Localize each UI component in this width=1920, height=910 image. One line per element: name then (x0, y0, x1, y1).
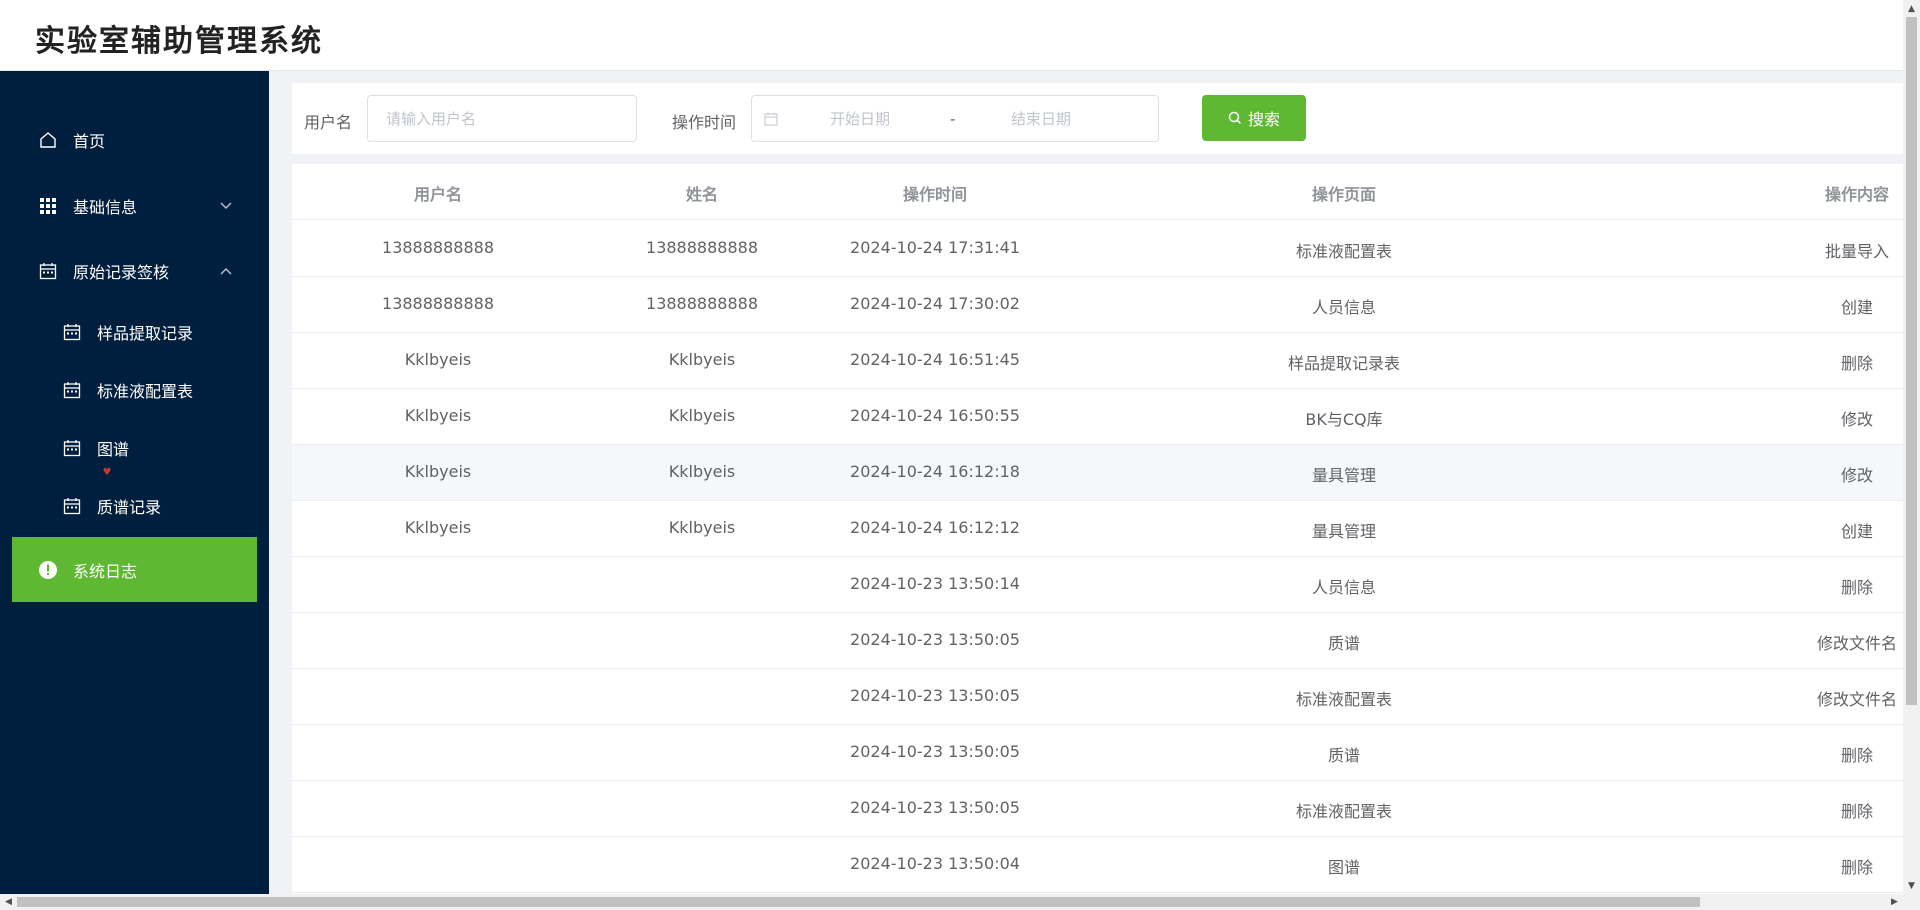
sidebar-subitem-label: 图谱 (97, 440, 130, 459)
sidebar-subitem-label: 标准液配置表 (97, 382, 194, 401)
search-icon (1228, 111, 1242, 125)
log-table: 用户名 姓名 操作时间 操作页面 操作内容 13888888888 1388888… (292, 164, 1903, 894)
date-separator: - (950, 109, 956, 128)
scroll-down-arrow-icon[interactable]: ▼ (1903, 877, 1920, 894)
username-label: 用户名 (304, 113, 353, 132)
calendar-icon (38, 261, 58, 281)
table-row[interactable]: 2024-10-23 13:50:05 质谱 删除 (292, 725, 1903, 781)
sidebar-item-home[interactable]: 首页 (0, 115, 269, 165)
end-date-input[interactable]: 结束日期 (1011, 108, 1071, 129)
sidebar-item-label: 系统日志 (73, 561, 138, 581)
sidebar: 首页 基础信息 原始记录签核 样品提取记录 标准液配置表 图谱 ♥ 质谱记录 系… (0, 71, 269, 894)
sidebar-item-record-signoff[interactable]: 原始记录签核 (0, 246, 269, 296)
table-row[interactable]: Kklbyeis Kklbyeis 2024-10-24 16:12:12 量具管理创… (292, 501, 1903, 557)
home-icon (38, 130, 58, 150)
sidebar-item-label: 原始记录签核 (73, 263, 170, 282)
app-header: 实验室辅助管理系统 (0, 0, 1903, 71)
calendar-icon (62, 322, 82, 342)
table-row[interactable]: 2024-10-23 13:50:05 标准液配置表 修改文件名 (292, 669, 1903, 725)
scroll-up-arrow-icon[interactable]: ▲ (1903, 0, 1920, 17)
app-title: 实验室辅助管理系统 (35, 24, 323, 59)
table-row[interactable]: 13888888888 13888888888 2024-10-24 17:30:0… (292, 277, 1903, 333)
sidebar-subitem-sample-extraction[interactable]: 样品提取记录 (0, 308, 269, 356)
time-label: 操作时间 (672, 113, 737, 132)
table-row[interactable]: Kklbyeis Kklbyeis 2024-10-24 16:12:18 量具管理修… (292, 445, 1903, 501)
horizontal-scroll-thumb[interactable] (17, 897, 1700, 907)
scroll-left-arrow-icon[interactable]: ◀ (0, 894, 17, 910)
table-row[interactable]: 13888888888 13888888888 2024-10-24 17:31:4… (292, 221, 1903, 277)
scroll-right-arrow-icon[interactable]: ▶ (1886, 894, 1903, 910)
calendar-icon (62, 496, 82, 516)
sidebar-item-system-log[interactable]: 系统日志 (12, 537, 257, 602)
calendar-icon (62, 380, 82, 400)
sidebar-subitem-mass-spec-record[interactable]: 质谱记录 (0, 482, 269, 530)
search-button-label: 搜索 (1247, 110, 1280, 129)
chevron-down-icon (219, 199, 233, 213)
heart-icon: ♥ (102, 467, 112, 478)
grid-icon (38, 196, 58, 216)
sidebar-subitem-label: 样品提取记录 (97, 324, 194, 343)
table-row[interactable]: 2024-10-23 13:50:05 标准液配置表 删除 (292, 781, 1903, 837)
sidebar-subitem-spectrum[interactable]: 图谱 (0, 424, 269, 472)
info-circle-icon (38, 560, 58, 580)
sidebar-item-label: 基础信息 (73, 198, 138, 217)
date-range-picker[interactable]: 开始日期 - 结束日期 (751, 95, 1159, 142)
vertical-scroll-thumb[interactable] (1906, 17, 1917, 705)
table-row[interactable]: 2024-10-23 13:50:05 质谱 修改文件名 (292, 613, 1903, 669)
start-date-input[interactable]: 开始日期 (830, 108, 890, 129)
vertical-scrollbar[interactable]: ▲ ▼ (1903, 0, 1920, 894)
search-panel: 用户名 请输入用户名 操作时间 开始日期 - 结束日期 搜索 (292, 83, 1903, 154)
table-row[interactable]: Kklbyeis Kklbyeis 2024-10-24 16:50:55 BK与CQ… (292, 389, 1903, 445)
table-row[interactable]: Kklbyeis Kklbyeis 2024-10-24 16:51:45 样品提取记… (292, 333, 1903, 389)
username-placeholder: 请输入用户名 (386, 110, 477, 128)
table-header: 用户名 姓名 操作时间 操作页面 操作内容 (292, 164, 1903, 220)
sidebar-subitem-label: 质谱记录 (97, 498, 162, 517)
username-input[interactable]: 请输入用户名 (367, 95, 637, 142)
calendar-icon (62, 438, 82, 458)
horizontal-scrollbar[interactable]: ◀ ▶ (0, 894, 1920, 910)
chevron-up-icon (219, 264, 233, 278)
sidebar-item-basic-info[interactable]: 基础信息 (0, 181, 269, 231)
table-row[interactable]: 2024-10-23 13:50:04 图谱 删除 (292, 837, 1903, 893)
table-row[interactable]: 2024-10-23 13:50:14 人员信息 删除 (292, 557, 1903, 613)
search-button[interactable]: 搜索 (1202, 95, 1306, 141)
sidebar-subitem-standard-solution[interactable]: 标准液配置表 (0, 366, 269, 414)
calendar-icon (764, 112, 778, 126)
sidebar-item-label: 首页 (73, 132, 106, 151)
